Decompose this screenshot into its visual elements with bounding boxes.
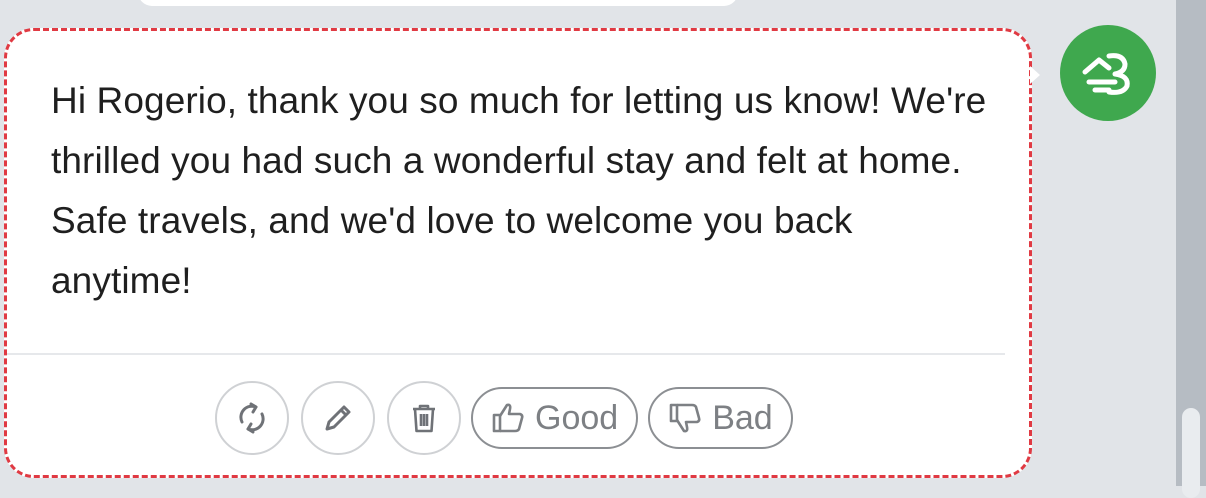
message-text: Hi Rogerio, thank you so much for lettin… [51,80,987,301]
previous-message-bubble [138,0,738,6]
host-logo-icon [1079,48,1137,98]
avatar [1060,25,1156,121]
edit-button[interactable] [301,381,375,455]
thumbs-down-icon [668,401,704,435]
message-action-bar: Good Bad [215,379,793,457]
pencil-icon [320,400,356,436]
scrollbar-thumb[interactable] [1182,408,1200,498]
thumbs-up-icon [491,401,527,435]
good-label: Good [535,398,619,437]
bad-feedback-button[interactable]: Bad [648,387,793,449]
delete-button[interactable] [387,381,461,455]
divider [7,353,1005,355]
regenerate-button[interactable] [215,381,289,455]
bubble-tail [1030,66,1040,84]
refresh-icon [234,400,270,436]
bad-label: Bad [712,398,773,437]
message-bubble: Hi Rogerio, thank you so much for lettin… [4,28,1032,478]
good-feedback-button[interactable]: Good [471,387,639,449]
trash-icon [406,400,442,436]
